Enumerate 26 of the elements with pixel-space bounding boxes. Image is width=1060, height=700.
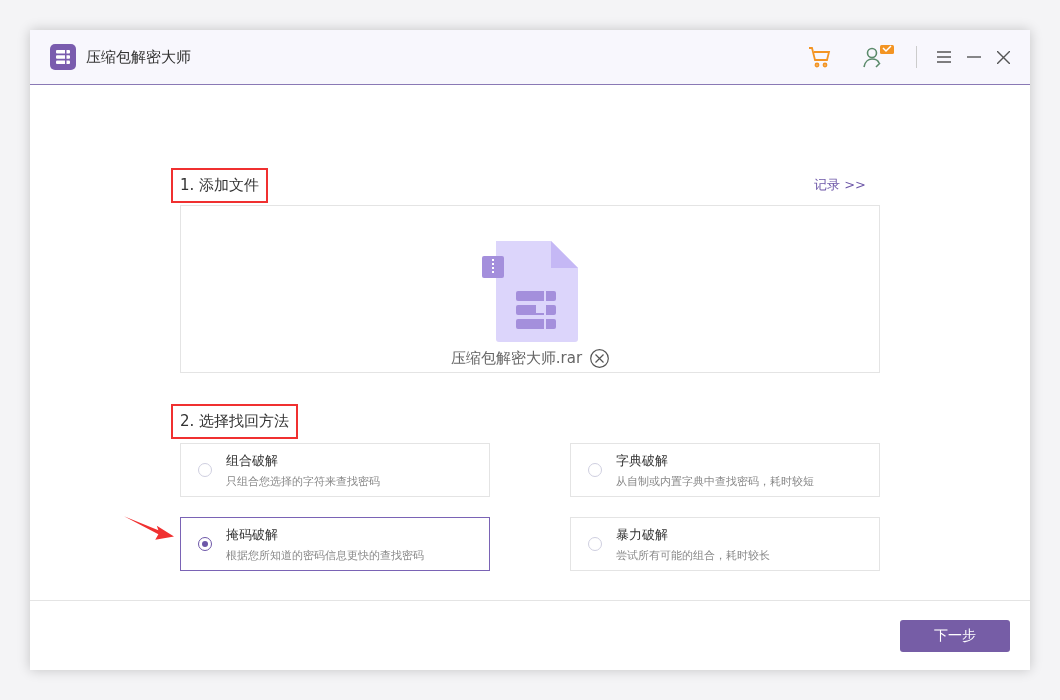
- window-title: 压缩包解密大师: [86, 47, 191, 67]
- method-name: 组合破解: [226, 451, 279, 470]
- method-description: 从自制或内置字典中查找密码，耗时较短: [616, 473, 814, 489]
- method-name: 掩码破解: [226, 525, 279, 544]
- user-icon[interactable]: [862, 44, 896, 70]
- file-name: 压缩包解密大师.rar: [450, 349, 583, 368]
- section-title: 1. 添加文件: [171, 167, 269, 203]
- method-option[interactable]: 组合破解 只组合您选择的字符来查找密码: [180, 443, 490, 497]
- remove-icon[interactable]: [590, 349, 610, 368]
- method-description: 只组合您选择的字符来查找密码: [226, 473, 380, 489]
- method-option[interactable]: 暴力破解 尝试所有可能的组合，耗时较长: [570, 517, 880, 571]
- method-option[interactable]: 掩码破解 根据您所知道的密码信息更快的查找密码: [180, 517, 490, 571]
- app-logo-icon: [50, 44, 76, 70]
- file-area[interactable]: 压缩包解密大师.rar: [180, 205, 880, 373]
- method-name: 字典破解: [616, 451, 669, 470]
- method-option[interactable]: 字典破解 从自制或内置字典中查找密码，耗时较短: [570, 443, 880, 497]
- zip-file-icon: [482, 239, 578, 343]
- close-icon[interactable]: [997, 50, 1010, 64]
- next-button[interactable]: 下一步: [900, 619, 1010, 652]
- history-link[interactable]: 记录 >>: [814, 176, 866, 194]
- method-description: 尝试所有可能的组合，耗时较长: [616, 547, 770, 563]
- method-description: 根据您所知道的密码信息更快的查找密码: [226, 547, 424, 563]
- cart-icon[interactable]: [808, 45, 832, 69]
- section-title: 2. 选择找回方法: [171, 403, 299, 439]
- menu-icon[interactable]: [937, 51, 951, 63]
- method-name: 暴力破解: [616, 525, 669, 544]
